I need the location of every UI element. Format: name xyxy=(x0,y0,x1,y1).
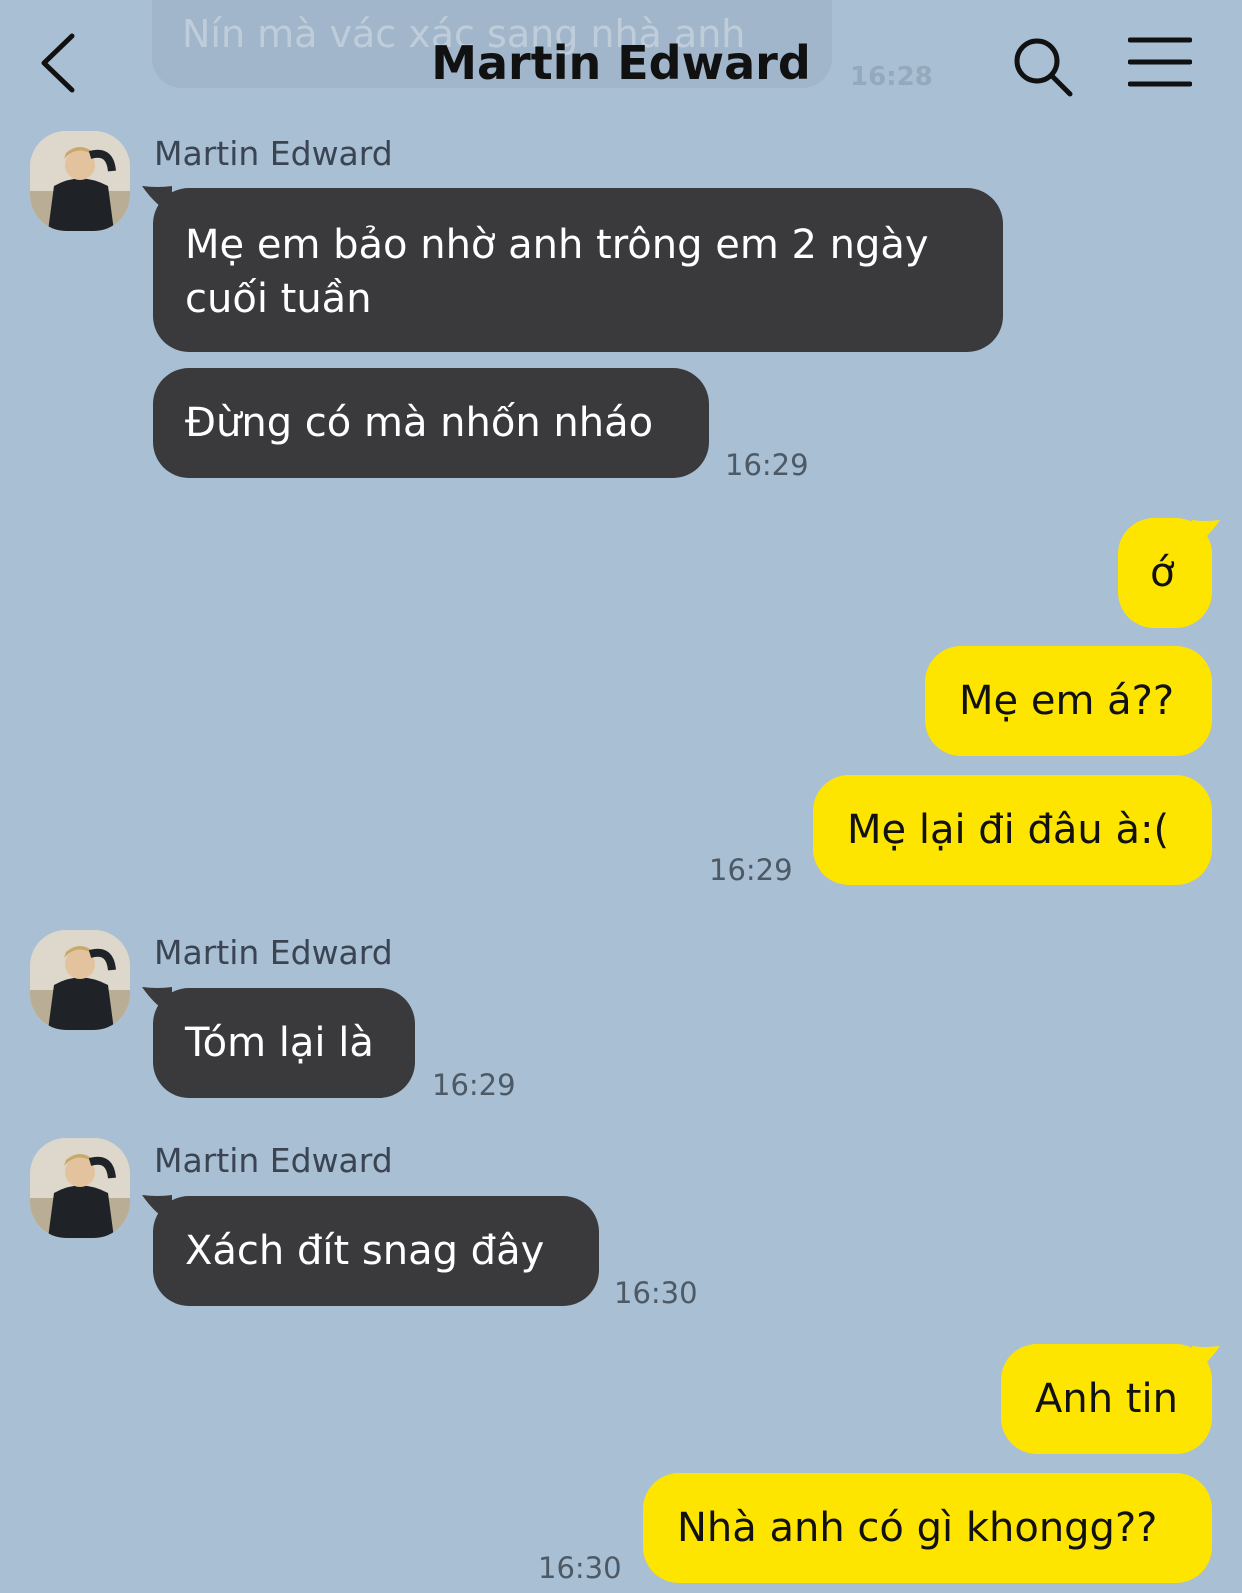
avatar[interactable] xyxy=(30,930,130,1030)
message-bubble[interactable]: Mẹ em á?? xyxy=(925,646,1212,756)
message-time: 16:29 xyxy=(725,448,809,482)
search-icon xyxy=(1014,38,1073,97)
message-time: 16:30 xyxy=(538,1551,622,1585)
message-text-line: cuối tuần xyxy=(185,276,372,322)
menu-button[interactable] xyxy=(1127,34,1193,90)
message-bubble[interactable]: Đừng có mà nhốn nháo xyxy=(153,368,709,478)
message-time: 16:29 xyxy=(432,1068,516,1102)
message-text: Đừng có mà nhốn nháo xyxy=(185,400,654,446)
message-bubble[interactable]: Tóm lại là xyxy=(153,988,415,1098)
message-bubble[interactable]: Anh tin xyxy=(1001,1344,1212,1454)
message-bubble[interactable]: Xách đít snag đây xyxy=(153,1196,599,1306)
sender-name: Martin Edward xyxy=(154,1141,393,1180)
avatar[interactable] xyxy=(30,1138,130,1238)
message-text: Mẹ lại đi đâu à:( xyxy=(847,807,1170,853)
chat-header: Nín mà vác xác sang nhà anh 16:28 Martin… xyxy=(0,0,1242,135)
message-text: ớ xyxy=(1150,550,1175,596)
search-button[interactable] xyxy=(1008,32,1078,102)
avatar[interactable] xyxy=(30,131,130,231)
message-text: Mẹ em á?? xyxy=(959,678,1175,724)
message-text: Xách đít snag đây xyxy=(185,1228,545,1274)
sender-name: Martin Edward xyxy=(154,933,393,972)
message-time: 16:30 xyxy=(614,1276,698,1310)
sender-name: Martin Edward xyxy=(154,134,393,173)
message-bubble[interactable]: Mẹ lại đi đâu à:( xyxy=(813,775,1212,885)
message-text-line: Mẹ em bảo nhờ anh trông em 2 ngày xyxy=(185,222,929,268)
message-text: Anh tin xyxy=(1035,1376,1178,1422)
message-text: Nhà anh có gì khongg?? xyxy=(677,1505,1158,1551)
hamburger-menu-icon xyxy=(1127,37,1193,87)
message-bubble[interactable]: Mẹ em bảo nhờ anh trông em 2 ngày cuối t… xyxy=(153,188,1003,352)
message-time: 16:29 xyxy=(709,853,793,887)
message-bubble[interactable]: Nhà anh có gì khongg?? xyxy=(643,1473,1212,1583)
message-text: Tóm lại là xyxy=(185,1020,374,1066)
message-bubble[interactable]: ớ xyxy=(1118,518,1212,628)
